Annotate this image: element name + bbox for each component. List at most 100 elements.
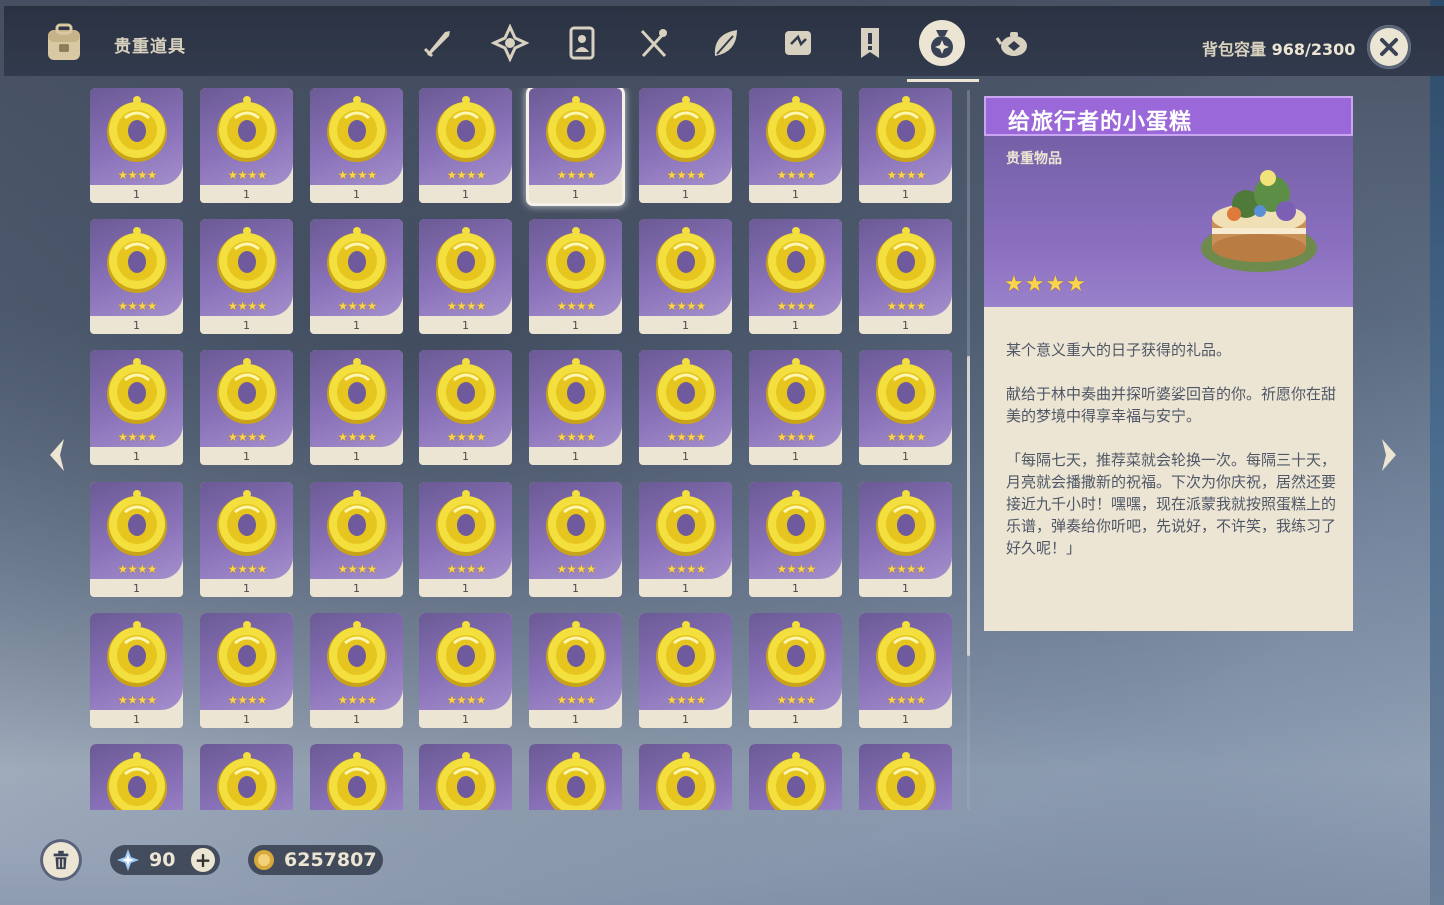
item-slot[interactable]: ★★★★1 (529, 88, 622, 203)
item-slot[interactable]: ★★★★1 (419, 350, 512, 465)
item-slot[interactable]: ★★★★1 (419, 744, 512, 810)
item-rarity-stars: ★★★★ (446, 430, 486, 444)
cake-coin-icon (327, 752, 387, 810)
item-rarity-stars: ★★★★ (1004, 272, 1087, 297)
item-slot[interactable]: ★★★★1 (419, 482, 512, 597)
tab-weapon[interactable] (415, 20, 461, 66)
prev-item-button[interactable] (44, 435, 72, 475)
item-rarity-stars: ★★★★ (556, 562, 596, 576)
item-slot[interactable]: ★★★★1 (200, 613, 293, 728)
item-slot[interactable]: ★★★★1 (200, 219, 293, 334)
item-slot[interactable]: ★★★★1 (859, 350, 952, 465)
item-rarity-stars: ★★★★ (117, 430, 157, 444)
delete-button[interactable] (40, 839, 82, 881)
item-count: 1 (133, 713, 140, 726)
item-slot[interactable]: ★★★★1 (310, 88, 403, 203)
item-slot[interactable]: ★★★★1 (859, 744, 952, 810)
cake-coin-icon (546, 490, 606, 556)
cake-coin-icon (217, 227, 277, 293)
tab-precious[interactable] (919, 20, 965, 66)
item-grid: ★★★★ 1 ★★★★ 1 ★★★★ 1 ★★★★ 1 ★★★★ 1 ★★★★ 1 ★★★★ 1 ★★★★ 1… (90, 88, 956, 810)
mora-counter: 6257807 (248, 845, 383, 875)
scrollbar-thumb[interactable] (967, 356, 970, 656)
cake-coin-icon (546, 358, 606, 424)
item-slot[interactable]: ★★★★1 (419, 88, 512, 203)
item-rarity-stars: ★★★★ (666, 430, 706, 444)
item-count: 1 (572, 713, 579, 726)
item-slot[interactable]: ★★★★1 (639, 219, 732, 334)
item-slot[interactable]: ★★★★1 (859, 613, 952, 728)
item-count: 1 (353, 319, 360, 332)
item-slot[interactable]: ★★★★1 (749, 613, 842, 728)
item-slot[interactable]: ★★★★1 (200, 482, 293, 597)
item-slot[interactable]: ★★★★1 (90, 219, 183, 334)
item-slot[interactable]: ★★★★1 (200, 88, 293, 203)
item-rarity-stars: ★★★★ (666, 693, 706, 707)
item-slot[interactable]: ★★★★1 (310, 350, 403, 465)
item-count: 1 (572, 319, 579, 332)
item-slot[interactable]: ★★★★1 (310, 744, 403, 810)
cake-coin-icon (546, 227, 606, 293)
item-count: 1 (133, 319, 140, 332)
next-item-button[interactable] (1374, 435, 1402, 475)
tab-furnishing[interactable] (991, 20, 1037, 66)
item-rarity-stars: ★★★★ (556, 168, 596, 182)
item-slot[interactable]: ★★★★1 (529, 482, 622, 597)
item-rarity-stars: ★★★★ (446, 562, 486, 576)
item-slot[interactable]: ★★★★1 (310, 219, 403, 334)
item-count: 1 (792, 713, 799, 726)
item-slot[interactable]: ★★★★1 (639, 88, 732, 203)
item-slot[interactable]: ★★★★1 (529, 613, 622, 728)
tab-character-development[interactable] (559, 20, 605, 66)
item-rarity-stars: ★★★★ (776, 562, 816, 576)
item-slot[interactable]: ★★★★1 (90, 482, 183, 597)
item-slot[interactable]: ★★★★1 (529, 350, 622, 465)
item-count: 1 (682, 450, 689, 463)
item-slot[interactable]: ★★★★1 (90, 613, 183, 728)
item-slot[interactable]: ★★★★1 (200, 350, 293, 465)
item-slot[interactable]: ★★★★1 (639, 744, 732, 810)
item-slot[interactable]: ★★★★1 (529, 219, 622, 334)
item-rarity-stars: ★★★★ (886, 299, 926, 313)
cake-coin-icon (876, 96, 936, 162)
item-slot[interactable]: ★★★★ 1 (90, 350, 183, 465)
artifact-flower-icon (491, 24, 529, 62)
ascension-material-icon (569, 26, 595, 60)
item-slot[interactable]: ★★★★1 (749, 88, 842, 203)
item-slot[interactable]: ★★★★1 (200, 744, 293, 810)
close-button[interactable] (1367, 25, 1411, 69)
item-slot[interactable]: ★★★★1 (859, 219, 952, 334)
add-primogem-button[interactable]: + (191, 848, 215, 872)
item-slot[interactable]: ★★★★ 1 (639, 350, 732, 465)
item-slot[interactable]: ★★★★1 (859, 88, 952, 203)
item-count: 1 (133, 450, 140, 463)
item-slot[interactable]: ★★★★1 (90, 744, 183, 810)
item-slot[interactable]: ★★★★ 1 (749, 482, 842, 597)
item-slot[interactable]: ★★★★1 (310, 613, 403, 728)
cake-coin-icon (876, 490, 936, 556)
item-slot[interactable]: ★★★★1 (639, 482, 732, 597)
tab-artifact[interactable] (487, 20, 533, 66)
cake-coin-icon (217, 752, 277, 810)
item-slot[interactable]: ★★★★1 (419, 613, 512, 728)
capacity-value: 968/2300 (1271, 40, 1356, 59)
tab-quest[interactable] (847, 20, 893, 66)
item-slot[interactable]: ★★★★1 (859, 482, 952, 597)
item-slot[interactable]: ★★★★1 (749, 219, 842, 334)
item-count: 1 (243, 188, 250, 201)
item-slot[interactable]: ★★★★1 (749, 744, 842, 810)
item-slot[interactable]: ★★★★1 (529, 744, 622, 810)
tab-gadget[interactable] (775, 20, 821, 66)
item-slot[interactable]: ★★★★1 (639, 613, 732, 728)
item-slot[interactable]: ★★★★1 (419, 219, 512, 334)
item-count: 1 (792, 582, 799, 595)
item-slot[interactable]: ★★★★1 (90, 88, 183, 203)
item-slot[interactable]: ★★★★1 (310, 482, 403, 597)
item-slot[interactable]: ★★★★1 (749, 350, 842, 465)
item-rarity-stars: ★★★★ (446, 693, 486, 707)
detail-header: 给旅行者的小蛋糕 贵重物品 ★★★★ (984, 96, 1353, 307)
tab-food[interactable] (631, 20, 677, 66)
cake-coin-icon (876, 621, 936, 687)
tab-materials[interactable] (703, 20, 749, 66)
item-rarity-stars: ★★★★ (117, 562, 157, 576)
